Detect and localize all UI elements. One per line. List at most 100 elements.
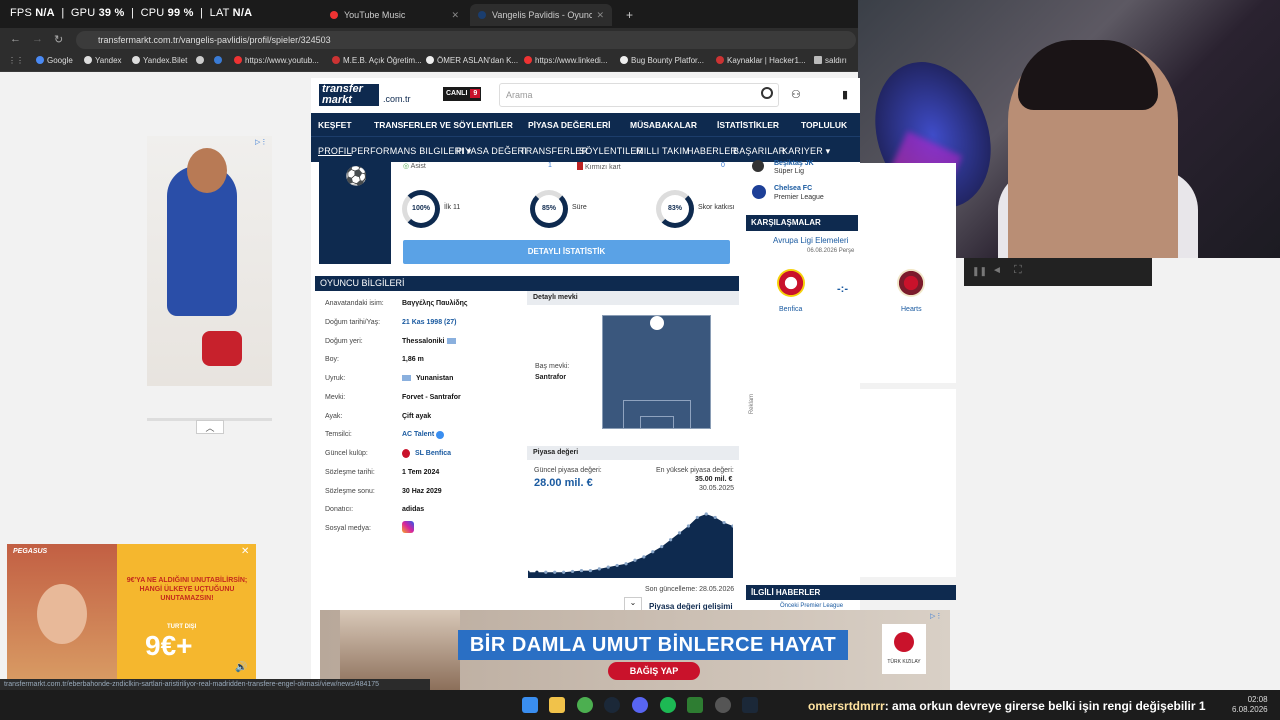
chevron-up-icon[interactable]: ︿ xyxy=(196,420,224,434)
reload-icon[interactable]: ↻ xyxy=(54,33,63,46)
bookmark-folder[interactable]: saldırı xyxy=(814,56,847,65)
search-icon[interactable] xyxy=(761,87,773,99)
tab-milli-takim[interactable]: Milli takım xyxy=(636,146,690,156)
market-value-point[interactable] xyxy=(553,570,557,574)
bookmark-google[interactable]: Google xyxy=(36,56,73,65)
market-value-point[interactable] xyxy=(695,515,699,520)
bookmark-hackerone[interactable]: Kaynaklar | Hacker1... xyxy=(716,56,806,65)
nav-topluluk[interactable]: TOPLULUK xyxy=(801,120,847,130)
market-value-point[interactable] xyxy=(624,562,628,566)
home-team[interactable]: Benfica xyxy=(779,306,802,313)
market-value-point[interactable] xyxy=(651,550,655,554)
nav-transferler[interactable]: TRANSFERLER VE SÖYLENTİLER xyxy=(374,120,513,130)
market-value-point[interactable] xyxy=(642,555,646,559)
agent-link[interactable]: AC Talent xyxy=(402,431,434,438)
bookmark-youtube[interactable]: https://www.youtub... xyxy=(234,56,319,65)
site-logo[interactable]: transfer markt xyxy=(319,84,379,106)
market-value-point[interactable] xyxy=(544,570,548,574)
left-ad-banner[interactable]: ▷⋮ xyxy=(147,136,272,386)
tab-piyasa-degeri[interactable]: Piyasa değeri xyxy=(456,146,527,156)
close-tab-icon[interactable]: ✕ xyxy=(451,10,459,21)
play-icon[interactable] xyxy=(687,697,703,713)
fullscreen-icon[interactable]: ⛶ xyxy=(1014,264,1022,277)
nav-musabakalar[interactable]: MÜSABAKALAR xyxy=(630,120,697,130)
bookmark-omer-aslan[interactable]: ÖMER ASLAN'dan K... xyxy=(426,56,518,65)
live-button[interactable]: CANLI 9 xyxy=(443,87,481,101)
tab-basarilar[interactable]: Başarılar xyxy=(733,146,785,156)
market-value-point[interactable] xyxy=(704,512,708,516)
club-link[interactable]: SL Benfica xyxy=(415,450,451,457)
discord-icon[interactable] xyxy=(632,697,648,713)
chevron-down-icon[interactable]: ⌄ xyxy=(624,597,642,611)
tab-soylentiler[interactable]: Söylentiler xyxy=(579,146,643,156)
nav-piyasa-degerleri[interactable]: PİYASA DEĞERLERİ xyxy=(528,120,611,130)
adchoices-icon[interactable]: ▷⋮ xyxy=(930,612,942,620)
new-tab-button[interactable]: + xyxy=(618,4,638,26)
bookmark-globe[interactable] xyxy=(196,56,207,65)
steam-app-icon[interactable] xyxy=(742,697,758,713)
market-value-point[interactable] xyxy=(579,568,584,573)
market-value-point[interactable] xyxy=(686,524,691,528)
spotify-icon[interactable] xyxy=(660,697,676,713)
user-icon[interactable]: ⚇ xyxy=(791,88,801,101)
tab-youtube-music[interactable]: YouTube Music ✕ xyxy=(322,4,467,26)
pegasus-ad[interactable]: PEGASUS ✕ 9€'YA NE ALDIĞINI UNUTABİLİRSİ… xyxy=(7,544,256,679)
market-value-point[interactable] xyxy=(722,520,726,525)
bookmark-yandex-bilet[interactable]: Yandex.Bilet xyxy=(132,56,187,65)
bookmark-icon[interactable]: ▮ xyxy=(842,88,848,101)
market-value-point[interactable] xyxy=(713,515,717,520)
back-icon[interactable]: ← xyxy=(10,33,21,45)
market-value-point[interactable] xyxy=(615,563,619,568)
away-team[interactable]: Hearts xyxy=(901,306,922,313)
market-value-point[interactable] xyxy=(660,544,664,549)
adchoices-icon[interactable]: ▷⋮ xyxy=(255,138,267,146)
hearts-logo[interactable] xyxy=(897,269,925,297)
market-value-point[interactable] xyxy=(597,567,601,571)
match-competition[interactable]: Avrupa Ligi Elemeleri xyxy=(773,236,848,245)
close-ad-icon[interactable]: ✕ xyxy=(241,546,249,557)
market-value-point[interactable] xyxy=(588,568,592,573)
chrome-icon[interactable] xyxy=(577,697,593,713)
start-icon[interactable] xyxy=(522,697,538,713)
bookmark-bug-bounty[interactable]: Bug Bounty Platfor... xyxy=(620,56,704,65)
pause-icon[interactable]: ❚❚ xyxy=(972,266,987,277)
tab-haberler[interactable]: Haberler xyxy=(687,146,737,156)
bookmark-meb[interactable]: M.E.B. Açık Öğretim... xyxy=(332,56,422,65)
steam-icon[interactable] xyxy=(604,697,620,713)
detailed-stats-button[interactable]: DETAYLI İSTATİSTİK xyxy=(403,240,730,264)
donate-button[interactable]: BAĞIŞ YAP xyxy=(608,662,700,680)
nav-kesfet[interactable]: KEŞFET xyxy=(318,120,352,130)
market-value-point[interactable] xyxy=(535,570,539,574)
club-chelsea[interactable]: Chelsea FC xyxy=(774,185,812,192)
forward-icon[interactable]: → xyxy=(32,33,43,45)
close-tab-icon[interactable]: ✕ xyxy=(596,10,604,21)
tab-kariyer[interactable]: Kariyer ▾ xyxy=(782,146,830,157)
bookmark-yandex[interactable]: Yandex xyxy=(84,56,122,65)
market-value-point[interactable] xyxy=(562,570,566,574)
obs-icon[interactable] xyxy=(715,697,731,713)
market-value-point[interactable] xyxy=(669,538,673,542)
market-value-point[interactable] xyxy=(677,531,682,535)
bookmark-linkedin[interactable]: https://www.linkedi... xyxy=(524,56,607,65)
tab-transfermarkt[interactable]: Vangelis Pavlidis - Oyuncu p✕ xyxy=(470,4,612,26)
market-value-point[interactable] xyxy=(606,565,610,569)
market-value-point[interactable] xyxy=(633,558,637,562)
bookmark-shield[interactable] xyxy=(214,56,225,65)
file-explorer-icon[interactable] xyxy=(549,697,565,713)
market-value-point[interactable] xyxy=(570,569,575,574)
benfica-logo[interactable] xyxy=(777,269,805,297)
birthdate-link[interactable]: 21 Kas 1998 (27) xyxy=(402,319,456,326)
club-besiktas[interactable]: Beşiktaş JK xyxy=(774,160,814,167)
news-item[interactable]: Önceki Premier League xyxy=(780,603,843,609)
nav-istatistikler[interactable]: İSTATİSTİKLER xyxy=(717,120,779,130)
mute-icon[interactable]: ◄ xyxy=(992,265,1002,276)
url-input[interactable]: transfermarkt.com.tr/vangelis-pavlidis/p… xyxy=(76,31,856,49)
tab-transferler[interactable]: Transferler xyxy=(520,146,588,156)
ad-sound-icon[interactable]: 🔊 xyxy=(235,662,247,673)
search-input[interactable]: Arama xyxy=(499,83,779,107)
kizilay-ad[interactable]: BİR DAMLA UMUT BİNLERCE HAYAT BAĞIŞ YAP … xyxy=(320,610,950,690)
tab-performans[interactable]: Performans bilgileri ▾ xyxy=(351,146,471,157)
instagram-icon[interactable] xyxy=(402,521,414,533)
apps-icon[interactable]: ⋮⋮ xyxy=(8,56,24,65)
tab-profil[interactable]: Profil xyxy=(318,146,352,156)
